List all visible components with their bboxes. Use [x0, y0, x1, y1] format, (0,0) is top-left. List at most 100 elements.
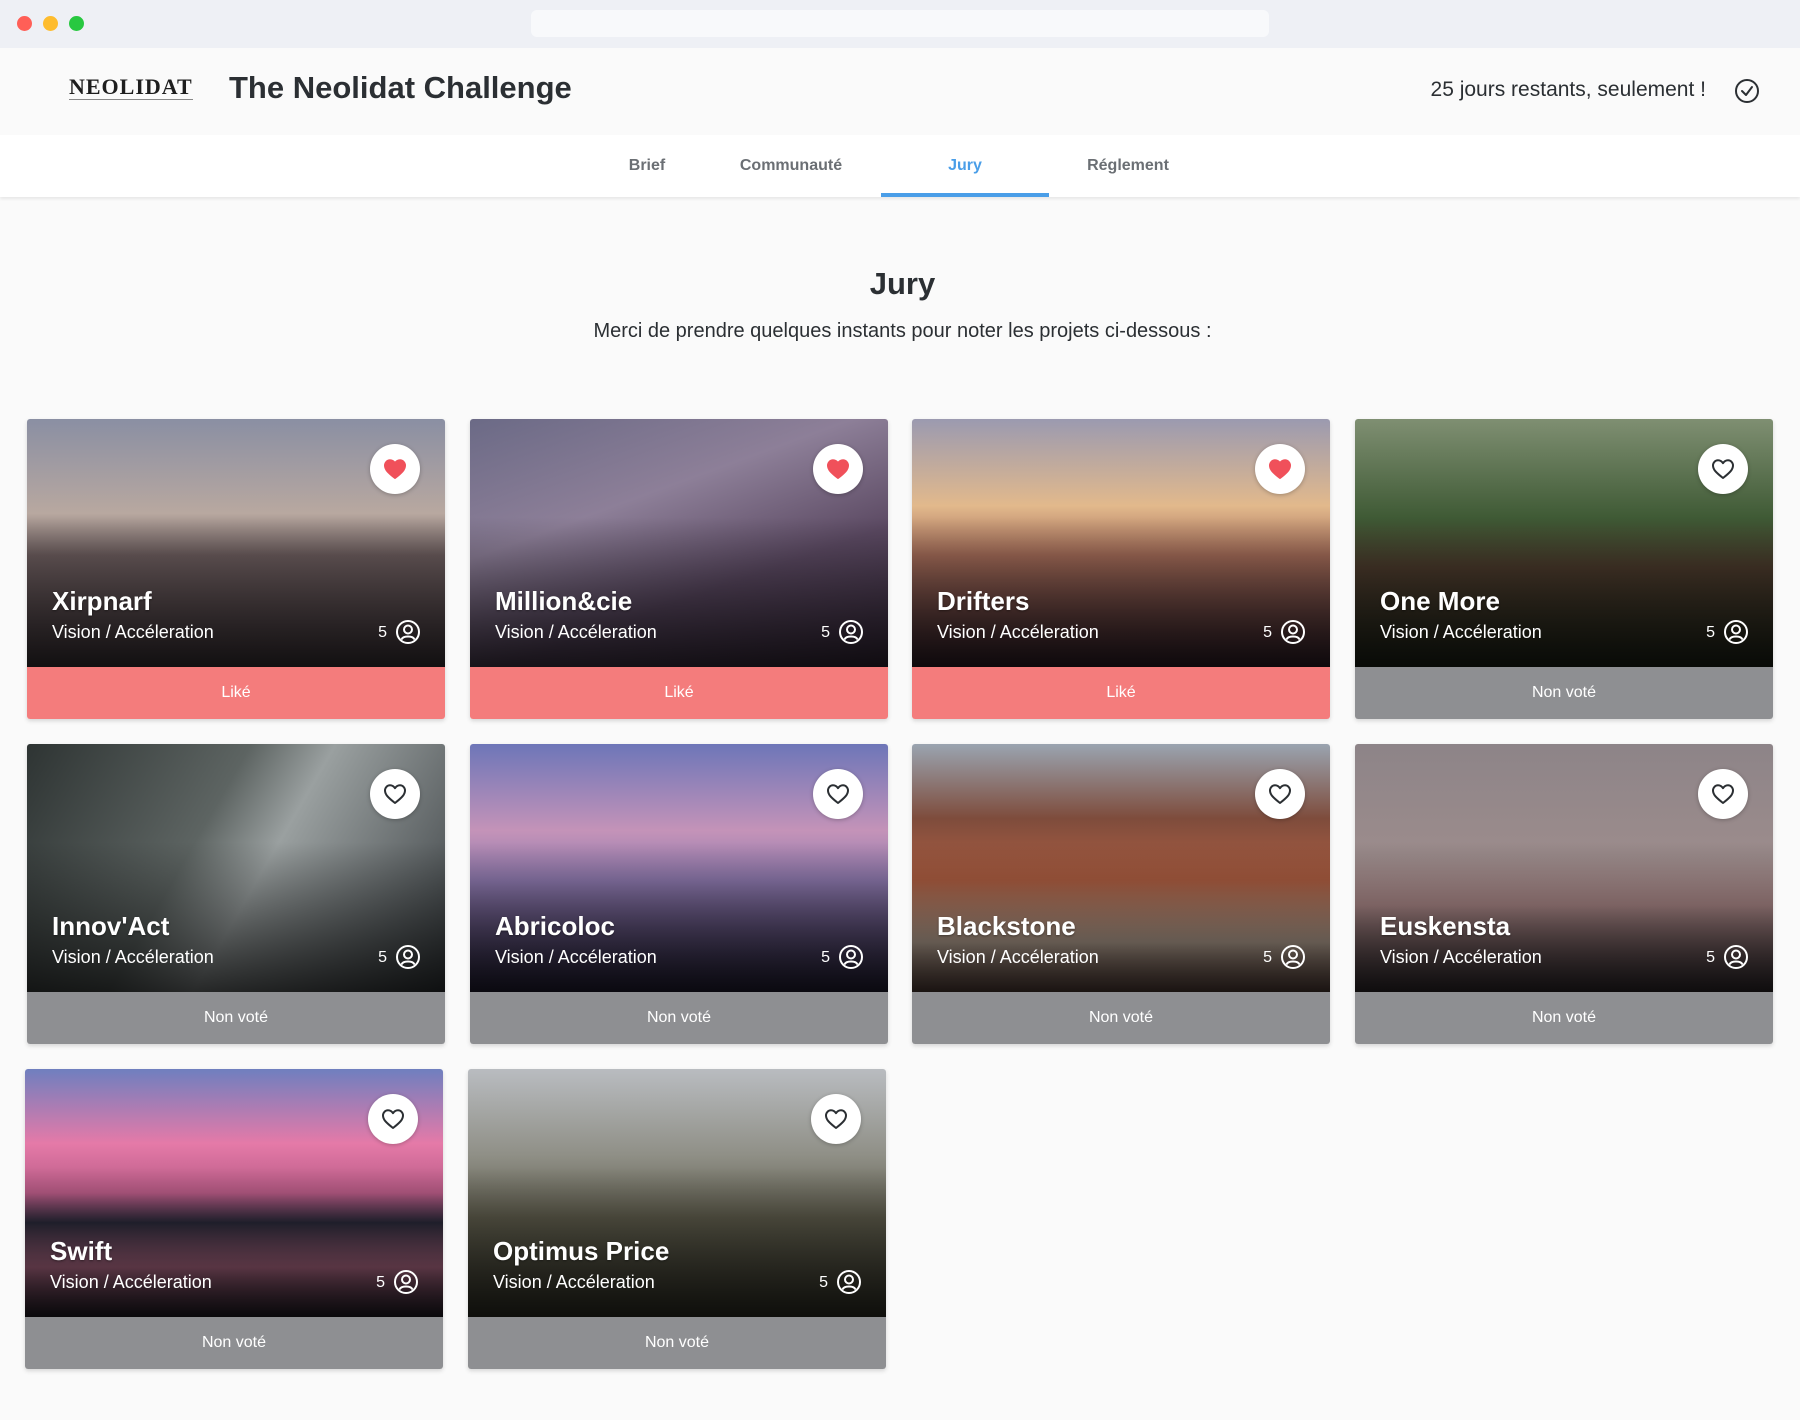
app-title: The Neolidat Challenge — [229, 70, 572, 105]
heart-icon — [382, 1109, 404, 1129]
project-category: Vision / Accéleration — [1380, 622, 1542, 642]
tab-jury[interactable]: Jury — [881, 135, 1049, 197]
vote-status[interactable]: Non voté — [470, 992, 888, 1044]
member-count: 5 — [1263, 624, 1272, 641]
project-image[interactable]: Million&cie Vision / Accéleration 5 — [470, 419, 888, 667]
project-card[interactable]: Euskensta Vision / Accéleration 5 Non voté — [1355, 744, 1773, 1044]
member-count: 5 — [819, 1274, 828, 1291]
project-image[interactable]: Swift Vision / Accéleration 5 — [25, 1069, 443, 1317]
project-image[interactable]: Xirpnarf Vision / Accéleration 5 — [27, 419, 445, 667]
tab-reglement[interactable]: Réglement — [1070, 135, 1186, 197]
project-image[interactable]: Blackstone Vision / Accéleration 5 — [912, 744, 1330, 992]
project-category: Vision / Accéleration — [52, 947, 214, 967]
like-button[interactable] — [811, 1094, 861, 1144]
like-button[interactable] — [368, 1094, 418, 1144]
like-button[interactable] — [813, 769, 863, 819]
project-card[interactable]: One More Vision / Accéleration 5 Non voté — [1355, 419, 1773, 719]
member-count: 5 — [378, 624, 387, 641]
project-card[interactable]: Drifters Vision / Accéleration 5 Liké — [912, 419, 1330, 719]
project-name: Abricoloc — [495, 911, 615, 941]
heart-icon — [1269, 459, 1291, 479]
minimize-window-button[interactable] — [43, 16, 58, 31]
countdown-text: 25 jours restants, seulement ! — [1430, 78, 1706, 101]
project-category: Vision / Accéleration — [937, 622, 1099, 642]
vote-status[interactable]: Non voté — [1355, 667, 1773, 719]
heart-icon — [384, 784, 406, 804]
project-card[interactable]: Million&cie Vision / Accéleration 5 Liké — [470, 419, 888, 719]
tab-communaute[interactable]: Communauté — [722, 135, 860, 197]
project-image[interactable]: Abricoloc Vision / Accéleration 5 — [470, 744, 888, 992]
page-subtitle: Merci de prendre quelques instants pour … — [593, 320, 1212, 342]
project-image[interactable]: Innov'Act Vision / Accéleration 5 — [27, 744, 445, 992]
tab-bar: Brief Communauté Jury Réglement — [0, 135, 1800, 197]
heart-icon — [825, 1109, 847, 1129]
project-name: Innov'Act — [52, 911, 170, 941]
project-card[interactable]: Innov'Act Vision / Accéleration 5 Non voté — [27, 744, 445, 1044]
vote-status[interactable]: Non voté — [25, 1317, 443, 1369]
project-name: Optimus Price — [493, 1236, 670, 1266]
member-count: 5 — [376, 1274, 385, 1291]
project-card[interactable]: Optimus Price Vision / Accéleration 5 Non v… — [468, 1069, 886, 1369]
project-category: Vision / Accéleration — [50, 1272, 212, 1292]
like-button[interactable] — [813, 444, 863, 494]
user-icon — [1281, 620, 1305, 644]
clock-icon — [1735, 79, 1759, 103]
browser-chrome — [0, 0, 1800, 48]
project-name: Euskensta — [1380, 911, 1511, 941]
vote-status[interactable]: Non voté — [912, 992, 1330, 1044]
vote-status[interactable]: Liké — [912, 667, 1330, 719]
member-count: 5 — [378, 949, 387, 966]
vote-status[interactable]: Non voté — [1355, 992, 1773, 1044]
heart-icon — [827, 784, 849, 804]
project-name: One More — [1380, 586, 1500, 616]
vote-status[interactable]: Non voté — [468, 1317, 886, 1369]
project-image[interactable]: One More Vision / Accéleration 5 — [1355, 419, 1773, 667]
close-window-button[interactable] — [17, 16, 32, 31]
project-image[interactable]: Euskensta Vision / Accéleration 5 — [1355, 744, 1773, 992]
project-name: Swift — [50, 1236, 113, 1266]
user-icon — [839, 620, 863, 644]
like-button[interactable] — [1255, 444, 1305, 494]
user-icon — [837, 1270, 861, 1294]
heart-icon — [1269, 784, 1291, 804]
project-category: Vision / Accéleration — [495, 622, 657, 642]
project-name: Drifters — [937, 586, 1030, 616]
project-image[interactable]: Optimus Price Vision / Accéleration 5 — [468, 1069, 886, 1317]
project-category: Vision / Accéleration — [52, 622, 214, 642]
project-category: Vision / Accéleration — [493, 1272, 655, 1292]
project-card[interactable]: Xirpnarf Vision / Accéleration 5 Liké — [27, 419, 445, 719]
address-bar[interactable] — [531, 10, 1269, 37]
maximize-window-button[interactable] — [69, 16, 84, 31]
project-card[interactable]: Swift Vision / Accéleration 5 Non voté — [25, 1069, 443, 1369]
like-button[interactable] — [370, 444, 420, 494]
vote-status[interactable]: Liké — [470, 667, 888, 719]
user-icon — [394, 1270, 418, 1294]
project-name: Blackstone — [937, 911, 1076, 941]
like-button[interactable] — [1698, 769, 1748, 819]
tab-brief[interactable]: Brief — [612, 135, 682, 197]
user-icon — [1281, 945, 1305, 969]
neolidat-logo[interactable]: NEOLIDAT — [69, 76, 193, 100]
vote-status[interactable]: Non voté — [27, 992, 445, 1044]
heart-icon — [1712, 784, 1734, 804]
project-card[interactable]: Blackstone Vision / Accéleration 5 Non voté — [912, 744, 1330, 1044]
user-icon — [396, 620, 420, 644]
app-header: NEOLIDAT The Neolidat Challenge 25 jours… — [0, 48, 1800, 135]
project-name: Million&cie — [495, 586, 633, 616]
project-category: Vision / Accéleration — [1380, 947, 1542, 967]
project-image[interactable]: Drifters Vision / Accéleration 5 — [912, 419, 1330, 667]
user-icon — [396, 945, 420, 969]
heart-icon — [827, 459, 849, 479]
project-category: Vision / Accéleration — [495, 947, 657, 967]
like-button[interactable] — [1698, 444, 1748, 494]
project-name: Xirpnarf — [52, 586, 152, 616]
vote-status[interactable]: Liké — [27, 667, 445, 719]
member-count: 5 — [821, 949, 830, 966]
member-count: 5 — [821, 624, 830, 641]
project-card[interactable]: Abricoloc Vision / Accéleration 5 Non voté — [470, 744, 888, 1044]
page-title: Jury — [869, 266, 936, 301]
like-button[interactable] — [370, 769, 420, 819]
member-count: 5 — [1706, 624, 1715, 641]
like-button[interactable] — [1255, 769, 1305, 819]
member-count: 5 — [1706, 949, 1715, 966]
